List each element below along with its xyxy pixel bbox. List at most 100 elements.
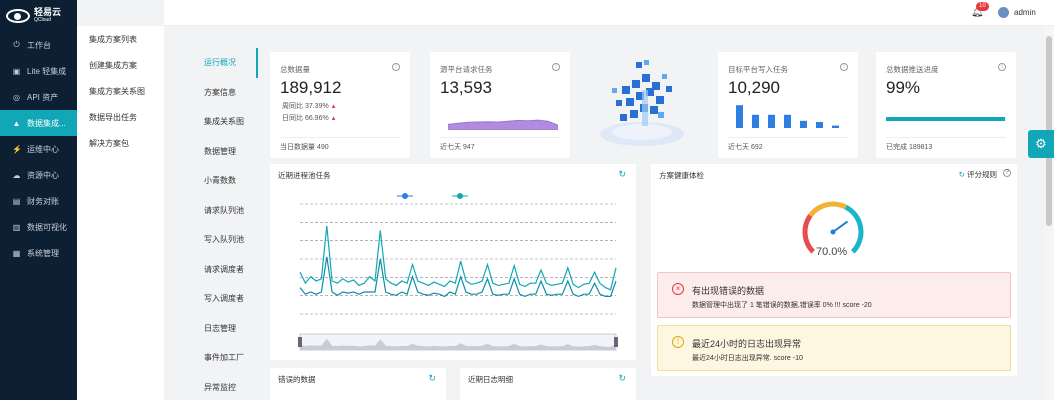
tab-item[interactable]: 日志管理: [196, 314, 258, 344]
gauge-value: 70.0%: [816, 246, 848, 258]
info-icon[interactable]: i: [998, 63, 1006, 71]
bolt-icon: ⚡: [12, 144, 22, 154]
tab-list: 运行概况 方案信息 集成关系图 数据管理 小青数数 请求队列池 写入队列池 请求调度者 写入调度…: [196, 48, 258, 400]
error-data-panel: 错误的数据 ↻: [270, 368, 446, 400]
stat-value: 99%: [886, 78, 921, 97]
submenu-item[interactable]: 数据导出任务: [77, 104, 164, 130]
progress-fill: [886, 117, 1005, 121]
sidebar: 轻易云 QCloud ⏻ 工作台 ▣ Lite 轻集成 ◎ API 资产 ▲ 数据集成... ⚡ 运…: [0, 0, 77, 400]
bar-mark: [832, 125, 839, 128]
sidebar-item-label: 资源中心: [27, 170, 59, 180]
info-icon[interactable]: i: [392, 63, 400, 71]
ledger-icon: ▤: [12, 196, 21, 206]
sidebar-item-label: 数据集成...: [27, 118, 66, 128]
tab-item[interactable]: 异常监控: [196, 373, 258, 400]
process-pool-panel: 近期进程池任务 ↻: [270, 164, 636, 360]
up-arrow-icon: ▲: [330, 116, 337, 122]
sidebar-item-label: API 资产: [27, 92, 59, 102]
stat-card-progress: 总数据推送进度 i 99% 已完成 189813: [876, 52, 1016, 158]
source-7day: 近七天 947: [440, 144, 475, 151]
sidebar-item-1[interactable]: ▣ Lite 轻集成: [0, 58, 77, 84]
tab-item[interactable]: 写入队列池: [196, 225, 258, 255]
bar-mark: [800, 120, 807, 128]
tab-item[interactable]: 数据管理: [196, 137, 258, 167]
error-icon: ×: [672, 283, 684, 295]
recent-log-panel: 近期日志明细 ↻: [460, 368, 636, 400]
tab-item[interactable]: 写入调度者: [196, 284, 258, 314]
sidebar-item-7[interactable]: ▥ 数据可视化: [0, 214, 77, 240]
alert-title: 有出现错误的数据: [692, 286, 765, 296]
stat-title: 总数据量: [280, 65, 310, 74]
stat-value: 10,290: [728, 78, 780, 97]
chart-icon: ▲: [12, 118, 21, 128]
bar-mark: [752, 114, 759, 128]
sidebar-item-8[interactable]: ▦ 系统管理: [0, 240, 77, 266]
bar-mark: [784, 114, 791, 128]
sidebar-item-3[interactable]: ▲ 数据集成...: [0, 110, 77, 136]
divider: [886, 137, 1006, 138]
submenu: 集成方案列表 创建集成方案 集成方案关系图 数据导出任务 解决方案包: [77, 26, 164, 400]
health-alert: ! 最近24小时的日志出现异常 最近24小时日志出现异常. score -10: [657, 325, 1011, 371]
weekly-change: 周同比 37.39% ▲: [282, 103, 337, 110]
bar-mark: [816, 122, 823, 128]
rules-link[interactable]: ↻ 评分规则: [959, 169, 997, 180]
gauge-arc: [802, 214, 816, 254]
info-icon[interactable]: i: [552, 63, 560, 71]
refresh-icon[interactable]: ↻: [428, 373, 436, 384]
box-icon: ▣: [12, 66, 21, 76]
tab-item[interactable]: 事件加工厂: [196, 343, 258, 373]
bar-icon: ▥: [12, 222, 21, 232]
avatar[interactable]: [998, 7, 1009, 18]
completed-count: 已完成 189813: [886, 144, 933, 151]
bar-mark: [768, 114, 775, 128]
scrollbar[interactable]: [1044, 26, 1054, 400]
stat-card-target: 目标平台写入任务 i 10,290 近七天 692: [718, 52, 858, 158]
zoom-handle-left: [298, 337, 302, 347]
sidebar-item-6[interactable]: ▤ 财务对账: [0, 188, 77, 214]
series-line: [299, 225, 617, 291]
sidebar-item-label: 系统管理: [27, 248, 59, 258]
refresh-icon: ↻: [958, 170, 965, 179]
submenu-item[interactable]: 集成方案关系图: [77, 78, 164, 104]
panel-title: 错误的数据: [278, 375, 316, 384]
tab-item[interactable]: 方案信息: [196, 78, 258, 108]
sidebar-item-2[interactable]: ◎ API 资产: [0, 84, 77, 110]
tab-item[interactable]: 运行概况: [196, 48, 258, 78]
submenu-item[interactable]: 创建集成方案: [77, 52, 164, 78]
refresh-icon[interactable]: ↻: [618, 373, 626, 384]
progress-track: [886, 117, 1006, 121]
brand-sub: QCloud: [34, 17, 51, 23]
info-icon[interactable]: i: [840, 63, 848, 71]
settings-gear-icon[interactable]: ⚙: [1028, 130, 1054, 158]
submenu-item[interactable]: 集成方案列表: [77, 26, 164, 52]
topbar: 🔔︎ 10 admin: [164, 0, 1054, 26]
bar-mark: [736, 105, 743, 128]
sidebar-item-5[interactable]: ☁ 资源中心: [0, 162, 77, 188]
tab-item[interactable]: 集成关系图: [196, 107, 258, 137]
gauge-arc: [808, 201, 847, 218]
logo[interactable]: 轻易云 QCloud: [0, 0, 77, 32]
sidebar-item-0[interactable]: ⏻ 工作台: [0, 32, 77, 58]
warning-icon: !: [672, 336, 684, 348]
help-icon[interactable]: ?: [1003, 169, 1011, 177]
tab-item[interactable]: 请求队列池: [196, 196, 258, 226]
stat-value: 13,593: [440, 78, 492, 97]
alert-desc: 最近24小时日志出现异常. score -10: [692, 355, 803, 362]
tab-item[interactable]: 请求调度者: [196, 255, 258, 285]
panel-title: 近期日志明细: [468, 375, 513, 384]
sidebar-item-4[interactable]: ⚡ 运维中心: [0, 136, 77, 162]
username[interactable]: admin: [1014, 8, 1036, 17]
divider: [280, 137, 400, 138]
divider: [728, 137, 848, 138]
health-panel: 方案健康体检 ↻ 评分规则 ? 70.0% × 有出现错误的数据 数据管理中出现了 …: [651, 164, 1017, 376]
target-7day: 近七天 692: [728, 144, 763, 151]
sidebar-item-label: 工作台: [27, 40, 51, 50]
stat-title: 目标平台写入任务: [728, 65, 788, 74]
tab-item[interactable]: 小青数数: [196, 166, 258, 196]
zoom-handle-right: [614, 337, 618, 347]
stat-card-source: 源平台请求任务 i 13,593 近七天 947: [430, 52, 570, 158]
sidebar-item-label: 数据可视化: [27, 222, 67, 232]
alert-title: 最近24小时的日志出现异常: [692, 339, 802, 349]
submenu-item[interactable]: 解决方案包: [77, 130, 164, 156]
gauge-needle: [832, 220, 849, 233]
